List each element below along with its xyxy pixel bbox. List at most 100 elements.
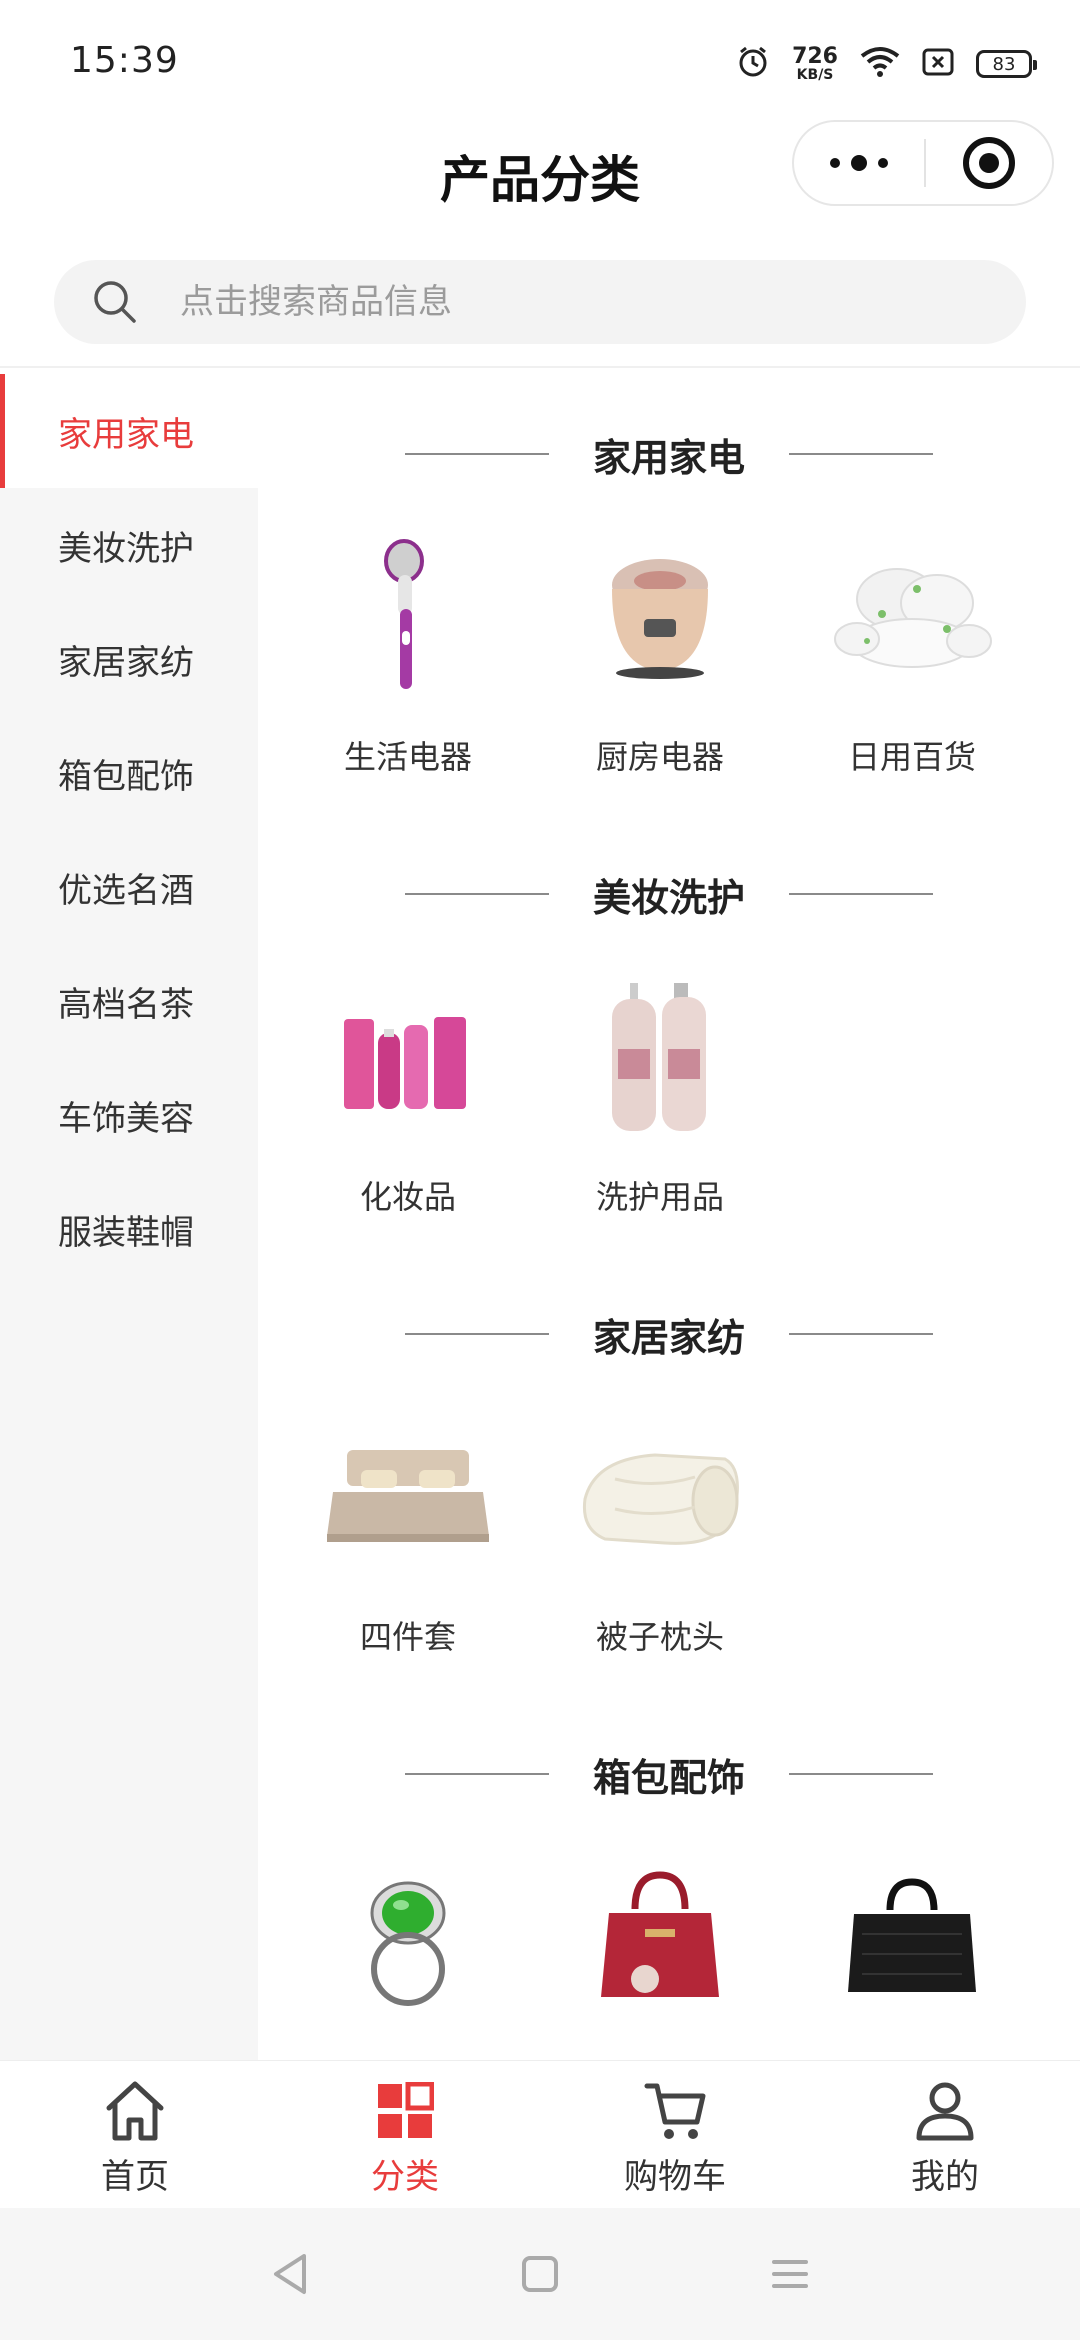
shampoo-image [575, 974, 745, 1144]
user-icon [912, 2079, 978, 2143]
wifi-icon [860, 46, 900, 82]
network-speed: 726 KB/S [792, 44, 838, 83]
tab-category[interactable]: 分类 [270, 2061, 540, 2208]
mini-program-capsule [792, 120, 1054, 206]
sidebar-item-car[interactable]: 车饰美容 [0, 1058, 258, 1172]
section-home-appliances: 家用家电 生活电器 厨房电器 日用百货 [258, 374, 1080, 814]
section-title: 美妆洗护 [592, 875, 745, 920]
back-triangle-icon [274, 2254, 306, 2294]
subcategory-item[interactable]: 被子枕头 [534, 1374, 786, 1694]
cart-icon [642, 2079, 708, 2143]
subcategory-label: 洗护用品 [595, 1178, 724, 1216]
status-icons: 726 KB/S 83 [736, 44, 1037, 84]
subcategory-item[interactable]: 日用百货 [786, 494, 1038, 814]
section-bags: 箱包配饰 [258, 1694, 1080, 2060]
tab-cart[interactable]: 购物车 [540, 2061, 810, 2208]
subcategory-label: 四件套 [359, 1618, 456, 1656]
subcategory-grid: 四件套 被子枕头 [258, 1374, 1080, 1694]
section-title: 箱包配饰 [592, 1755, 745, 1800]
bottom-tab-bar: 首页 分类 购物车 我的 [0, 2060, 1080, 2208]
status-bar: 15:39 726 KB/S 83 [0, 0, 1080, 120]
bedding-set-image [323, 1414, 493, 1584]
tab-label: 分类 [371, 2157, 439, 2197]
section-title: 家居家纺 [592, 1315, 745, 1360]
header-line [789, 1773, 933, 1775]
sidebar-item-home-textiles[interactable]: 家居家纺 [0, 602, 258, 716]
target-icon [963, 137, 1015, 189]
category-content: 家用家电 生活电器 厨房电器 日用百货 美妆洗护 化妆品 洗护用品 家居家纺 四… [258, 374, 1080, 2060]
jade-ring-image [323, 1854, 493, 2024]
quilt-image [575, 1414, 745, 1584]
subcategory-grid [258, 1814, 1080, 2060]
header-line [789, 1333, 933, 1335]
rice-cooker-image [575, 534, 745, 704]
subcategory-item[interactable]: 厨房电器 [534, 494, 786, 814]
subcategory-item[interactable]: 洗护用品 [534, 934, 786, 1254]
subcategory-label: 厨房电器 [595, 738, 724, 776]
sidebar-item-beauty[interactable]: 美妆洗护 [0, 488, 258, 602]
subcategory-item[interactable] [282, 1814, 534, 2060]
steamer-image [323, 534, 493, 704]
tab-label: 首页 [101, 2157, 169, 2197]
category-icon [372, 2079, 438, 2143]
cosmetics-image [323, 974, 493, 1144]
sidebar-item-tea[interactable]: 高档名茶 [0, 944, 258, 1058]
header-line [789, 893, 933, 895]
search-input[interactable] [180, 282, 980, 322]
divider [0, 366, 1080, 368]
search-icon [94, 281, 136, 323]
subcategory-label: 日用百货 [847, 738, 976, 776]
briefcase-image [827, 1854, 997, 2024]
home-nav-button[interactable] [510, 2244, 570, 2304]
subcategory-label: 化妆品 [359, 1178, 456, 1216]
header-line [404, 453, 549, 455]
speed-value: 726 [792, 44, 838, 69]
sidebar-item-liquor[interactable]: 优选名酒 [0, 830, 258, 944]
sim-icon [922, 48, 954, 80]
subcategory-grid: 生活电器 厨房电器 日用百货 [258, 494, 1080, 814]
alarm-icon [736, 45, 770, 83]
home-icon [102, 2079, 168, 2143]
speed-unit: KB/S [796, 67, 834, 83]
sidebar-item-home-appliances[interactable]: 家用家电 [0, 374, 258, 488]
tab-profile[interactable]: 我的 [810, 2061, 1080, 2208]
title-bar: 产品分类 [0, 120, 1080, 220]
search-bar[interactable] [54, 260, 1026, 344]
back-button[interactable] [260, 2244, 320, 2304]
section-header: 美妆洗护 [258, 814, 1080, 934]
section-home-textiles: 家居家纺 四件套 被子枕头 [258, 1254, 1080, 1694]
section-beauty: 美妆洗护 化妆品 洗护用品 [258, 814, 1080, 1254]
subcategory-item[interactable] [534, 1814, 786, 2060]
more-dots-icon [830, 155, 888, 171]
section-title: 家用家电 [592, 435, 745, 480]
subcategory-item[interactable]: 生活电器 [282, 494, 534, 814]
section-header: 箱包配饰 [258, 1694, 1080, 1814]
category-sidebar: 家用家电 美妆洗护 家居家纺 箱包配饰 优选名酒 高档名茶 车饰美容 服装鞋帽 [0, 374, 258, 2060]
header-line [789, 453, 933, 455]
status-time: 15:39 [70, 40, 179, 81]
sidebar-item-apparel[interactable]: 服装鞋帽 [0, 1172, 258, 1286]
header-line [404, 893, 549, 895]
subcategory-item[interactable] [786, 1814, 1038, 2060]
dinnerware-image [827, 534, 997, 704]
home-square-icon [522, 2256, 558, 2292]
close-button[interactable] [926, 122, 1052, 204]
tab-label: 我的 [911, 2157, 979, 2197]
header-line [404, 1333, 549, 1335]
subcategory-item[interactable]: 化妆品 [282, 934, 534, 1254]
tab-home[interactable]: 首页 [0, 2061, 270, 2208]
sidebar-item-bags[interactable]: 箱包配饰 [0, 716, 258, 830]
battery-icon: 83 [976, 50, 1037, 78]
recents-button[interactable] [760, 2244, 820, 2304]
subcategory-grid: 化妆品 洗护用品 [258, 934, 1080, 1254]
subcategory-label: 生活电器 [343, 738, 472, 776]
subcategory-label: 被子枕头 [595, 1618, 724, 1656]
handbag-image [575, 1854, 745, 2024]
tab-label: 购物车 [624, 2157, 726, 2197]
section-header: 家用家电 [258, 374, 1080, 494]
system-nav-bar [0, 2208, 1080, 2340]
section-header: 家居家纺 [258, 1254, 1080, 1374]
more-button[interactable] [794, 122, 924, 204]
header-line [404, 1773, 549, 1775]
subcategory-item[interactable]: 四件套 [282, 1374, 534, 1694]
